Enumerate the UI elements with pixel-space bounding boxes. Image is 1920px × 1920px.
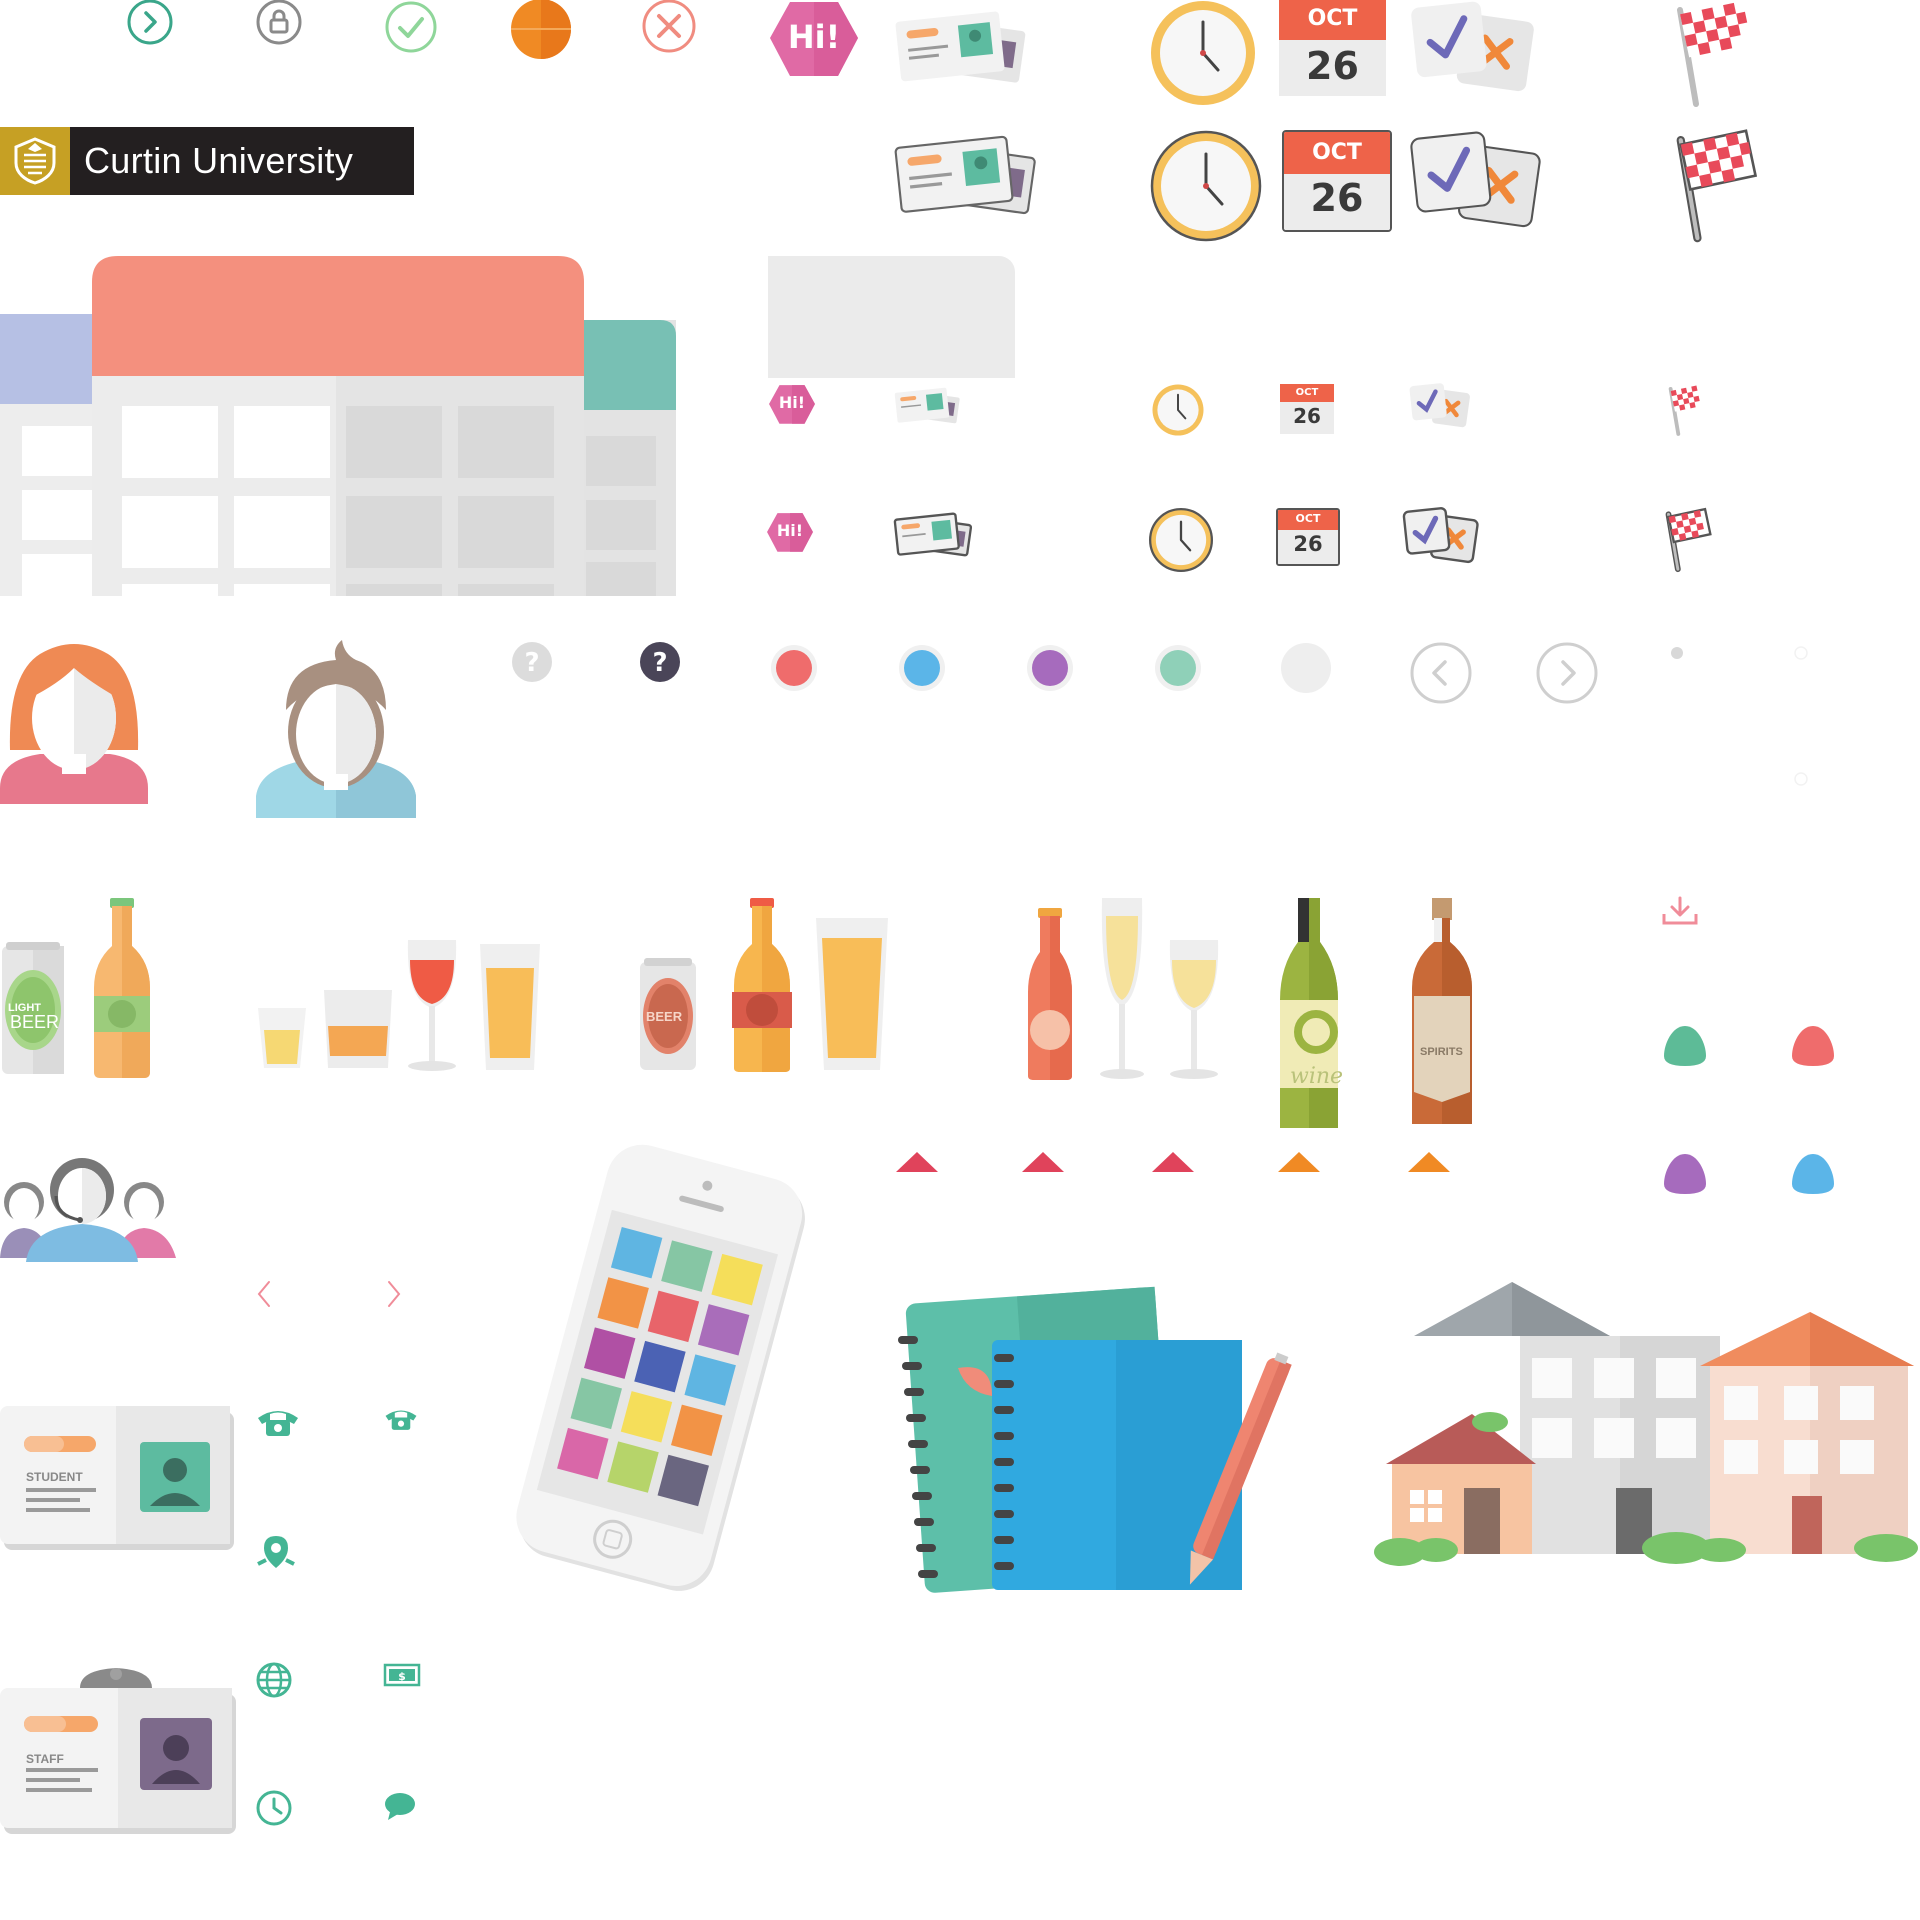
calendar-day: 26 bbox=[1306, 44, 1359, 88]
student-label: STUDENT bbox=[26, 1470, 83, 1484]
purple-dot-icon[interactable] bbox=[1026, 644, 1074, 692]
spirits-label-text: SPIRITS bbox=[1420, 1046, 1463, 1058]
hi-badge-text: Hi! bbox=[776, 521, 804, 540]
beer-glass-icon bbox=[478, 942, 542, 1072]
university-name: Curtin University bbox=[70, 127, 414, 195]
gray-dot-icon[interactable] bbox=[1280, 642, 1332, 694]
clock-icon bbox=[1150, 0, 1256, 106]
orange-ball-icon bbox=[510, 0, 572, 62]
curtin-university-logo[interactable]: Curtin University bbox=[0, 127, 414, 195]
notebook-icon bbox=[896, 1276, 1316, 1616]
checkered-flag-icon bbox=[1658, 507, 1714, 573]
checkered-flag-icon bbox=[1662, 0, 1758, 108]
lock-circle-icon[interactable] bbox=[255, 0, 303, 48]
check-x-cards-icon bbox=[1408, 128, 1544, 234]
calendar-month: OCT bbox=[1295, 512, 1321, 525]
triangle-up-icon bbox=[896, 1152, 938, 1172]
triangle-up-icon bbox=[1278, 1152, 1320, 1172]
arrow-left-circle-icon[interactable] bbox=[1410, 642, 1472, 704]
spirits-bottle-icon bbox=[1410, 896, 1474, 1128]
teal-drop-icon bbox=[1662, 1024, 1708, 1068]
id-cards-icon bbox=[894, 384, 964, 428]
triangle-up-icon bbox=[1408, 1152, 1450, 1172]
calendar-month: OCT bbox=[1312, 140, 1362, 165]
pagination-dot-icon[interactable] bbox=[1670, 646, 1684, 660]
help-icon[interactable]: ? bbox=[512, 642, 552, 682]
phone-icon[interactable] bbox=[384, 1406, 418, 1432]
purple-drop-icon bbox=[1662, 1152, 1708, 1196]
chevron-right-circle-icon[interactable] bbox=[126, 0, 174, 48]
beer-can-label: BEER bbox=[646, 1009, 683, 1024]
checkered-flag-icon bbox=[1662, 384, 1708, 436]
calendar-grid-illustration bbox=[0, 256, 680, 596]
id-cards-icon bbox=[893, 508, 976, 562]
shot-glass-icon bbox=[256, 1006, 308, 1070]
hi-badge-text: Hi! bbox=[778, 393, 806, 412]
whisky-glass-icon bbox=[322, 986, 394, 1070]
check-circle-icon[interactable] bbox=[384, 1, 438, 56]
blue-dot-icon[interactable] bbox=[898, 644, 946, 692]
svg-text:?: ? bbox=[524, 648, 539, 678]
staff-label: STAFF bbox=[26, 1752, 64, 1766]
id-cards-icon bbox=[894, 128, 1044, 224]
wine-bottle-icon bbox=[1278, 896, 1340, 1132]
calendar-day: 26 bbox=[1293, 404, 1321, 428]
male-avatar-icon bbox=[256, 640, 416, 818]
staff-id-card-icon bbox=[0, 1664, 240, 1834]
female-avatar-icon bbox=[0, 638, 150, 804]
check-x-cards-icon bbox=[1402, 506, 1480, 566]
arrow-right-circle-icon[interactable] bbox=[1536, 642, 1598, 704]
close-circle-icon[interactable] bbox=[641, 0, 697, 56]
beer-bottle-icon bbox=[730, 896, 794, 1074]
chevron-left-icon[interactable] bbox=[256, 1280, 272, 1308]
beer-bottle-icon bbox=[90, 896, 154, 1080]
calendar-day: 26 bbox=[1310, 176, 1364, 220]
triangle-up-icon bbox=[1022, 1152, 1064, 1172]
red-dot-icon[interactable] bbox=[770, 644, 818, 692]
support-team-icon bbox=[0, 1150, 180, 1262]
pagination-dot-icon[interactable] bbox=[1794, 646, 1808, 660]
triangle-up-icon bbox=[1152, 1152, 1194, 1172]
check-x-cards-icon bbox=[1408, 0, 1538, 96]
curtin-crest-icon bbox=[0, 127, 70, 195]
svg-text:?: ? bbox=[652, 648, 667, 678]
houses-icon bbox=[1374, 1276, 1920, 1566]
wine-label-text: wine bbox=[1290, 1064, 1344, 1089]
svg-text:$: $ bbox=[398, 1670, 406, 1683]
red-drop-icon bbox=[1790, 1024, 1836, 1068]
check-x-cards-icon bbox=[1408, 382, 1472, 430]
checkered-flag-icon bbox=[1662, 128, 1762, 244]
globe-icon[interactable] bbox=[256, 1662, 292, 1698]
download-icon[interactable] bbox=[1662, 896, 1698, 926]
help-icon[interactable]: ? bbox=[640, 642, 680, 682]
id-cards-icon bbox=[894, 6, 1034, 90]
pagination-dot-icon[interactable] bbox=[1794, 772, 1808, 786]
hi-badge-text: Hi! bbox=[787, 18, 841, 56]
light-beer-can-icon bbox=[0, 896, 66, 1076]
calendar-month: OCT bbox=[1307, 6, 1358, 31]
cider-bottle-icon bbox=[1024, 906, 1076, 1082]
red-wine-glass-icon bbox=[404, 936, 460, 1072]
white-wine-glass-icon bbox=[1166, 936, 1222, 1080]
chevron-right-icon[interactable] bbox=[386, 1280, 402, 1308]
chat-bubble-icon[interactable] bbox=[384, 1792, 416, 1822]
calendar-day: 26 bbox=[1293, 532, 1323, 556]
beer-glass-icon bbox=[814, 916, 890, 1072]
money-icon[interactable]: $ bbox=[383, 1663, 421, 1687]
placeholder-panel bbox=[768, 256, 1015, 378]
phone-icon[interactable] bbox=[256, 1406, 300, 1438]
smartphone-icon bbox=[500, 1144, 820, 1606]
calendar-month: OCT bbox=[1295, 387, 1319, 398]
clock-outline-icon[interactable] bbox=[256, 1790, 292, 1826]
clock-icon bbox=[1150, 130, 1262, 242]
clock-icon bbox=[1149, 508, 1213, 572]
mint-dot-icon[interactable] bbox=[1154, 644, 1202, 692]
blue-drop-icon bbox=[1790, 1152, 1836, 1196]
light-beer-label-line2: BEER bbox=[10, 1012, 60, 1032]
champagne-glass-icon bbox=[1096, 896, 1148, 1080]
clock-icon bbox=[1152, 384, 1204, 436]
location-pin-icon[interactable] bbox=[256, 1534, 296, 1574]
